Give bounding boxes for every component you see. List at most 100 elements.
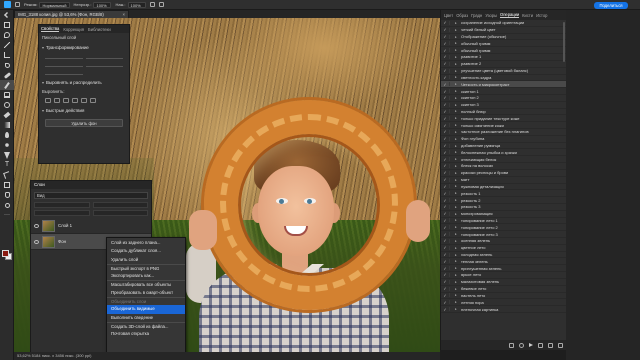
checkmark-icon[interactable]: ✓	[441, 238, 449, 243]
checkmark-icon[interactable]: ✓	[441, 170, 449, 175]
checkmark-icon[interactable]: ✓	[441, 61, 449, 66]
action-row[interactable]: ✓ ▸ резкость 2	[441, 197, 567, 204]
angle-field[interactable]	[45, 70, 83, 75]
marquee-tool[interactable]	[0, 20, 14, 30]
lock-options[interactable]	[34, 210, 90, 216]
action-row[interactable]: ✓ ▸ пленочная картинка	[441, 306, 567, 313]
context-menu-item[interactable]: Создать 3D-слой из файла...	[107, 321, 185, 330]
checkmark-icon[interactable]: ✓	[441, 211, 449, 216]
checkmark-icon[interactable]: ✓	[441, 34, 449, 39]
checkmark-icon[interactable]: ✓	[441, 286, 449, 291]
action-row[interactable]: ✓ ▸ только придание текстуре коже	[441, 115, 567, 123]
y-field[interactable]	[85, 62, 123, 67]
action-row[interactable]: ✓ ▸ Отображение (обычное)	[441, 34, 567, 41]
eraser-tool[interactable]	[0, 110, 14, 120]
context-menu-item[interactable]: Слой из заднего плана...	[107, 239, 185, 247]
eyedropper-tool[interactable]	[0, 60, 14, 70]
photoshop-home-icon[interactable]	[4, 1, 11, 8]
rectangle-tool[interactable]	[0, 180, 14, 190]
checkmark-icon[interactable]: ✓	[441, 116, 449, 121]
tab-adjustments[interactable]: Коррекция	[63, 27, 84, 32]
align-right-icon[interactable]	[63, 98, 69, 103]
context-menu-item[interactable]: Объединить видимые	[107, 305, 185, 314]
more-tools[interactable]: ···	[0, 210, 14, 220]
context-menu-item[interactable]: Преобразовать в смарт-объект	[107, 289, 185, 297]
action-row[interactable]: ✓ ▸ тонирование лето 1	[441, 218, 567, 225]
context-menu-item[interactable]: Создать дубликат слоя...	[107, 247, 185, 255]
checkmark-icon[interactable]: ✓	[441, 245, 449, 250]
trash-icon[interactable]	[558, 342, 563, 348]
action-row[interactable]: ✓ ▸ улучшение цвета (цветовой баланс)	[441, 68, 567, 75]
action-row[interactable]: ✓ ▸ приглушенная зелень	[441, 265, 567, 273]
action-row[interactable]: ✓ ▸ сохранение исходной ориентации	[441, 20, 567, 27]
checkmark-icon[interactable]: ✓	[441, 157, 449, 162]
actions-tab[interactable]: Операции	[500, 12, 520, 18]
action-row[interactable]: ✓ ▸ осенняя зелень	[441, 238, 567, 245]
context-menu-item[interactable]: Экспортировать как...	[107, 272, 185, 280]
blur-tool[interactable]	[0, 130, 14, 140]
width-field[interactable]	[45, 54, 83, 59]
eye-icon[interactable]	[34, 223, 39, 228]
action-row[interactable]: ✓ ▸ белоснежная улыбка и зрачки	[441, 149, 567, 157]
remove-background-button[interactable]: Удалить фон	[45, 119, 123, 127]
checkmark-icon[interactable]: ✓	[441, 198, 449, 203]
checkmark-icon[interactable]: ✓	[441, 75, 449, 80]
action-row[interactable]: ✓ ▸ тонирование лето 2	[441, 224, 567, 232]
path-select-tool[interactable]	[0, 170, 14, 180]
checkmark-icon[interactable]: ✓	[441, 191, 449, 196]
checkmark-icon[interactable]: ✓	[441, 27, 449, 32]
align-left-icon[interactable]	[45, 98, 51, 103]
actions-tab[interactable]: Градн	[471, 13, 482, 18]
checkmark-icon[interactable]: ✓	[441, 279, 449, 284]
action-row[interactable]: ✓ ▸ обычный гримм	[441, 47, 567, 55]
x-field[interactable]	[45, 62, 83, 67]
flow-field[interactable]: 100%	[127, 1, 146, 8]
context-menu-item[interactable]: Удалить слой	[107, 256, 185, 264]
checkmark-icon[interactable]: ✓	[441, 300, 449, 305]
action-row[interactable]: ✓ ▸ развитие 2	[441, 61, 567, 68]
airbrush-icon[interactable]	[149, 2, 155, 7]
tab-libraries[interactable]: Библиотеки	[88, 27, 111, 32]
action-row[interactable]: ✓ ▸ малахитовая зелень	[441, 279, 567, 286]
record-icon[interactable]	[519, 342, 524, 348]
checkmark-icon[interactable]: ✓	[441, 218, 449, 223]
eye-icon[interactable]	[34, 239, 39, 244]
action-row[interactable]: ✓ ▸ светлость кадра	[441, 75, 567, 82]
dodge-tool[interactable]	[0, 140, 14, 150]
pen-tool[interactable]	[0, 150, 14, 160]
align-center-icon[interactable]	[54, 98, 60, 103]
context-menu-item[interactable]: Быстрый экспорт в PNG	[107, 263, 185, 272]
checkmark-icon[interactable]: ✓	[441, 307, 449, 312]
action-row[interactable]: ✓ ▸ бежевое лето	[441, 286, 567, 293]
action-row[interactable]: ✓ ▸ полный блюр	[441, 109, 567, 116]
checkmark-icon[interactable]: ✓	[441, 109, 449, 114]
action-row[interactable]: ✓ ▸ Фон глубина	[441, 136, 567, 143]
action-row[interactable]: ✓ ▸ только смягчение кожи	[441, 122, 567, 129]
checkmark-icon[interactable]: ✓	[441, 95, 449, 100]
brush-tool[interactable]	[0, 80, 14, 90]
play-icon[interactable]	[529, 343, 533, 347]
action-row[interactable]: ✓ ▸ четкий белый цвет	[441, 27, 567, 34]
mode-select[interactable]: Нормальный	[39, 1, 70, 8]
quick-select-tool[interactable]	[0, 40, 14, 50]
type-tool[interactable]: T	[0, 160, 14, 170]
stop-icon[interactable]	[509, 342, 514, 348]
action-row[interactable]: ✓ ▸ матт	[441, 177, 567, 184]
pressure-icon[interactable]	[158, 2, 164, 7]
action-row[interactable]: ✓ ▸ холодная зелень	[441, 252, 567, 259]
lasso-tool[interactable]	[0, 30, 14, 40]
context-menu-item[interactable]: Почтовая открытка	[107, 330, 185, 338]
actions-tab[interactable]: Узоры	[485, 13, 497, 18]
share-button[interactable]: Поделиться	[594, 1, 628, 9]
action-row[interactable]: ✓ ▸ отличающая белок	[441, 156, 567, 164]
tab-properties[interactable]: Свойства	[41, 26, 60, 32]
layer-fill-field[interactable]	[92, 210, 148, 216]
healing-tool[interactable]	[0, 70, 14, 80]
align-bottom-icon[interactable]	[90, 98, 96, 103]
action-row[interactable]: ✓ ▸ пастель лето	[441, 293, 567, 300]
checkmark-icon[interactable]: ✓	[441, 272, 449, 277]
checkmark-icon[interactable]: ✓	[441, 41, 449, 46]
gradient-tool[interactable]	[0, 120, 14, 130]
layer-opacity-field[interactable]	[92, 202, 148, 208]
checkmark-icon[interactable]: ✓	[441, 129, 449, 134]
